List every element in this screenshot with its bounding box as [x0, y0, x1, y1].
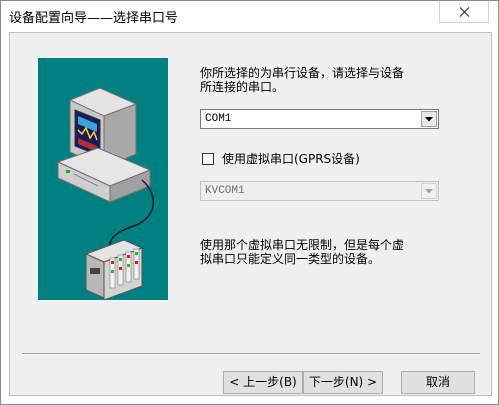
intro-text: 你所选择的为串行设备，请选择与设备 所连接的串口。 — [200, 66, 404, 94]
virtual-port-checkbox[interactable] — [202, 153, 214, 165]
chevron-down-icon — [425, 189, 433, 194]
virtual-port-value: KVCOM1 — [205, 185, 245, 197]
virtual-port-select[interactable]: KVCOM1 — [200, 181, 439, 201]
close-button[interactable] — [439, 1, 489, 23]
close-icon — [459, 7, 470, 17]
window-title: 设备配置向导——选择串口号 — [9, 11, 179, 26]
intro-line-2: 所连接的串口。 — [200, 80, 285, 94]
serial-port-value: COM1 — [205, 113, 232, 125]
computer-serial-device-illustration — [38, 58, 168, 300]
footer-separator — [22, 353, 480, 355]
virtual-port-label: 使用虚拟串口(GPRS设备) — [222, 152, 360, 166]
note-line-1: 使用那个虚拟串口无限制，但是每个虚 — [200, 238, 405, 252]
intro-line-1: 你所选择的为串行设备，请选择与设备 — [200, 66, 405, 80]
note-line-2: 拟串口只能定义同一类型的设备。 — [200, 252, 381, 266]
back-button[interactable]: < 上一步(B) — [223, 371, 303, 394]
serial-port-dropdown-button[interactable] — [421, 111, 437, 127]
serial-port-select[interactable]: COM1 — [200, 109, 439, 129]
next-button[interactable]: 下一步(N) > — [303, 371, 383, 394]
virtual-port-dropdown-button[interactable] — [421, 183, 437, 199]
cancel-button[interactable]: 取消 — [401, 371, 475, 394]
dialog-window: 设备配置向导——选择串口号 你所选择的为串行设备，请选择与设备 所连接的串口。 … — [0, 0, 499, 405]
dialog-body: 你所选择的为串行设备，请选择与设备 所连接的串口。 COM1 使用虚拟串口(GP… — [9, 32, 492, 396]
chevron-down-icon — [425, 117, 433, 122]
title-bar: 设备配置向导——选择串口号 — [1, 1, 498, 31]
note-text: 使用那个虚拟串口无限制，但是每个虚 拟串口只能定义同一类型的设备。 — [200, 238, 404, 266]
